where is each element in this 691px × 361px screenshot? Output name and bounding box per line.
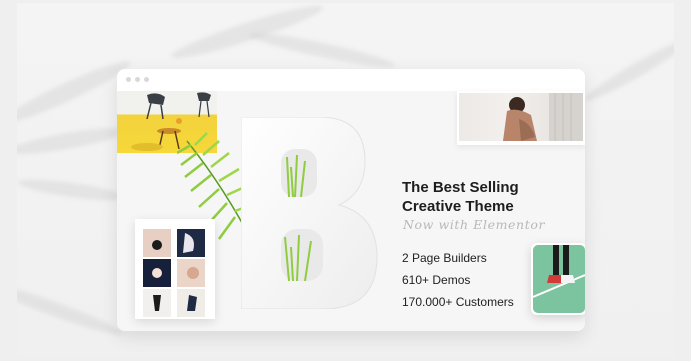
woman-illustration bbox=[503, 93, 583, 141]
feature-demos: 610+ Demos bbox=[402, 273, 471, 287]
browser-window: The Best Selling Creative Theme Now with… bbox=[117, 69, 585, 331]
headline: The Best Selling Creative Theme bbox=[402, 178, 562, 216]
grid-illustration bbox=[152, 233, 199, 311]
leaf-shadow bbox=[17, 175, 128, 205]
sneakers-illustration bbox=[533, 245, 585, 298]
window-dot-icon bbox=[144, 77, 149, 82]
photo-woman-image bbox=[459, 93, 583, 141]
feature-page-builders: 2 Page Builders bbox=[402, 251, 487, 265]
browser-titlebar bbox=[117, 69, 585, 92]
leaf-shadow bbox=[17, 279, 126, 341]
script-subtitle: Now with Elementor bbox=[403, 217, 546, 232]
photo-grid-card bbox=[135, 219, 215, 319]
window-dot-icon bbox=[126, 77, 131, 82]
photo-woman bbox=[457, 91, 585, 145]
window-content: The Best Selling Creative Theme Now with… bbox=[117, 91, 585, 331]
headline-line-2: Creative Theme bbox=[402, 198, 514, 215]
leaf-shadow bbox=[168, 3, 326, 66]
photo-sneakers-image bbox=[533, 245, 585, 313]
leaf-shadow bbox=[247, 27, 397, 73]
logo-letter-b bbox=[240, 116, 381, 310]
leaf-shadow bbox=[17, 122, 128, 160]
feature-customers: 170.000+ Customers bbox=[402, 295, 514, 309]
headline-line-1: The Best Selling bbox=[402, 179, 519, 196]
leaf-shadow bbox=[581, 33, 674, 107]
photo-sneakers bbox=[531, 243, 585, 315]
window-dot-icon bbox=[135, 77, 140, 82]
